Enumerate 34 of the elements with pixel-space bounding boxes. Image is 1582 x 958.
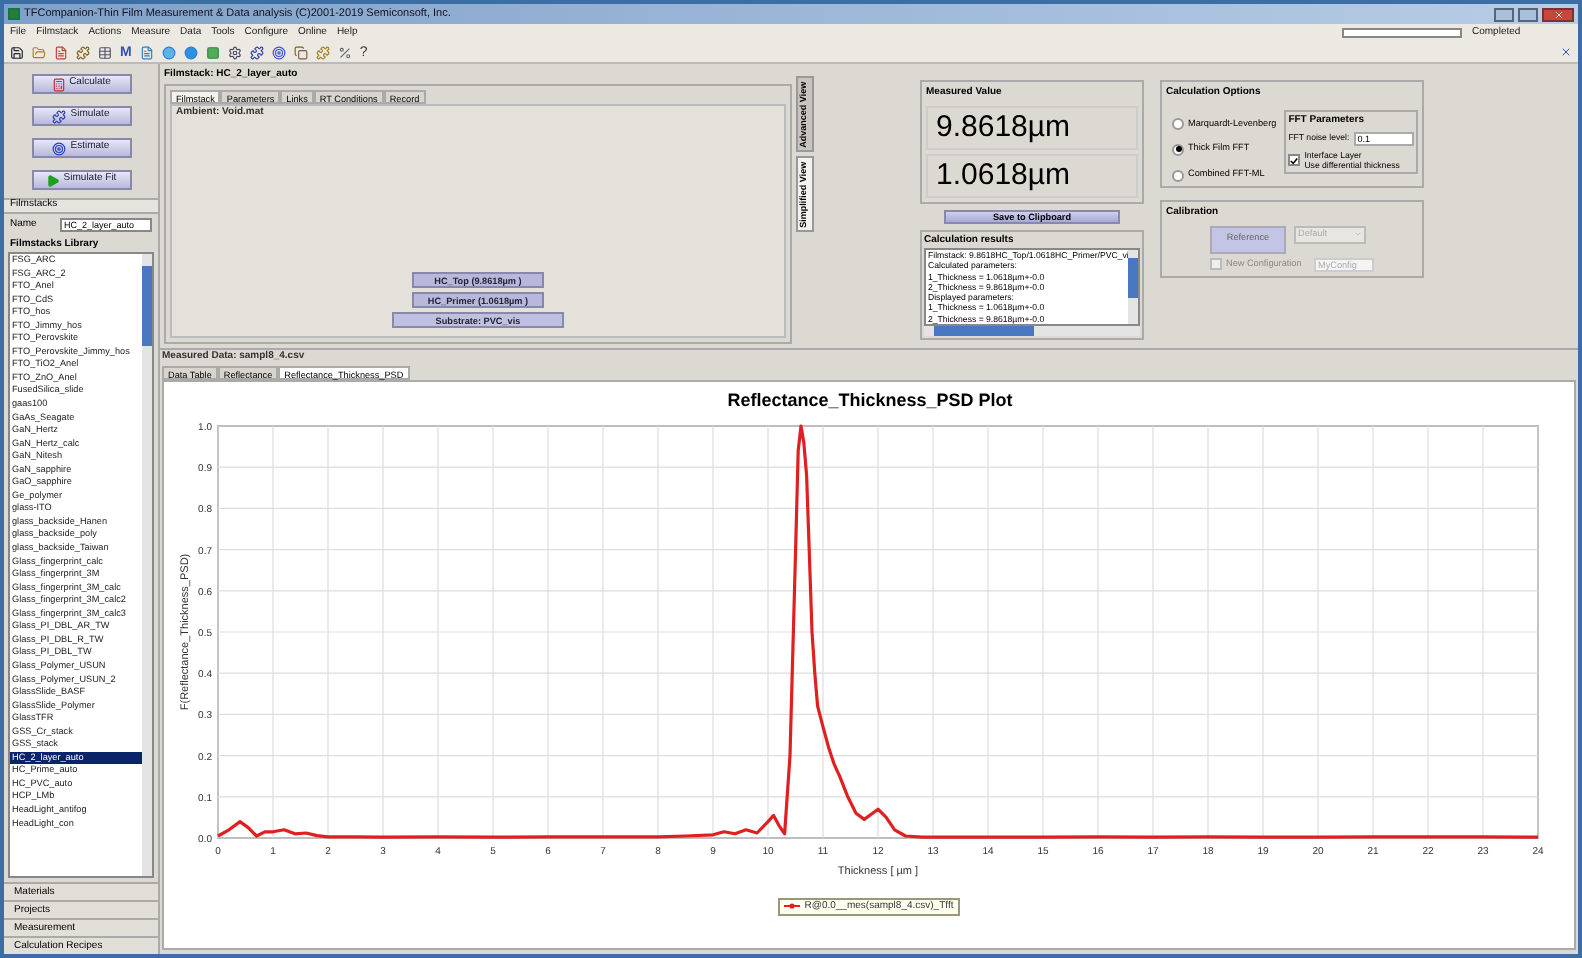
calculator-icon <box>51 77 66 91</box>
square-icon[interactable] <box>205 45 220 59</box>
circle-icon[interactable] <box>183 45 198 59</box>
close-icon[interactable] <box>1560 46 1572 58</box>
maximize-button[interactable] <box>1518 7 1538 21</box>
measured-value: 1.0618µm <box>926 153 1138 197</box>
puzzle-icon <box>52 109 67 123</box>
scrollbar[interactable] <box>142 254 152 876</box>
target-icon[interactable] <box>271 45 286 59</box>
folder-icon[interactable] <box>32 45 46 59</box>
checkbox[interactable] <box>1288 154 1301 166</box>
table-icon[interactable] <box>98 45 112 59</box>
app-icon <box>8 8 20 20</box>
measured-value: 9.8618µm <box>926 105 1138 149</box>
gear-icon[interactable] <box>227 45 242 59</box>
percent-icon[interactable] <box>337 45 352 59</box>
radio-button[interactable] <box>1172 117 1184 130</box>
puzzle-icon[interactable] <box>315 45 330 59</box>
radio-button[interactable] <box>1172 169 1184 182</box>
scrollbar[interactable] <box>1128 250 1138 325</box>
minimize-button[interactable] <box>1494 7 1514 21</box>
target-icon <box>52 141 67 155</box>
puzzle-icon[interactable] <box>249 45 264 59</box>
play-icon <box>45 173 60 187</box>
scrollbar[interactable] <box>924 326 1140 337</box>
list-icon[interactable] <box>139 45 154 59</box>
save-icon[interactable] <box>10 45 24 59</box>
circle-icon[interactable] <box>161 45 176 59</box>
copy-icon[interactable] <box>293 45 308 59</box>
radio-button[interactable] <box>1172 143 1184 156</box>
close-button[interactable] <box>1542 7 1574 21</box>
chart-title: Reflectance_Thickness_PSD Plot <box>726 389 1012 409</box>
puzzle-icon[interactable] <box>76 45 90 59</box>
document-icon[interactable] <box>54 45 68 59</box>
